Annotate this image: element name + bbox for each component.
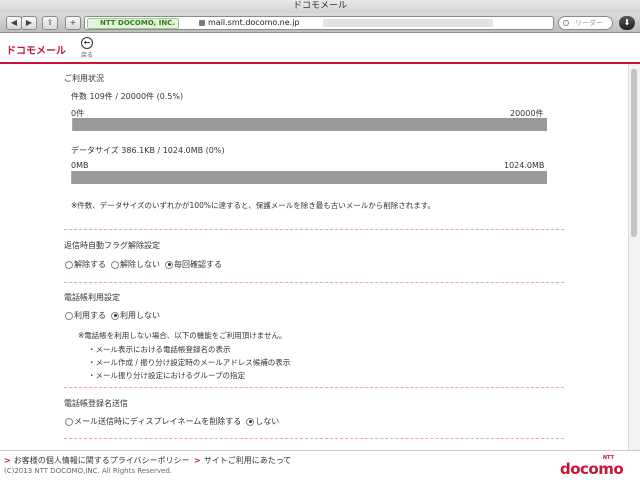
download-button[interactable]: ⬇ (619, 16, 635, 30)
docomo-logo[interactable]: NTT docomo (560, 455, 626, 478)
phonebook-send-label-0[interactable]: メール送信時にディスプレイネームを削除する (74, 416, 241, 427)
phonebook-send-label-1[interactable]: しない (255, 416, 279, 427)
phonebook-radio-1[interactable] (111, 311, 119, 320)
search-icon (563, 20, 569, 26)
site-footer: > お客様の個人情報に関するプライバシーポリシー > サイトご利用にあたって (C)… (0, 450, 640, 480)
address-bar[interactable]: NTT DOCOMO, INC. mail.smt.docomo.ne.jp (84, 16, 554, 30)
ev-certificate-label: NTT DOCOMO, INC. (87, 18, 179, 29)
url-text: mail.smt.docomo.ne.jp (208, 18, 300, 27)
site-terms-label: サイトご利用にあたって (203, 456, 292, 465)
phonebook-send-options: メール送信時にディスプレイネームを削除する しない (65, 416, 279, 427)
reply-flag-label-1[interactable]: 解除しない (120, 259, 160, 270)
page-back-button[interactable]: ← 戻る (78, 37, 96, 59)
settings-content[interactable]: ご利用状況 件数 109件 / 20000件 (0.5%) 0件 20000件 … (0, 64, 628, 450)
size-max-label: 1024.0MB (504, 161, 545, 170)
plus-icon: + (69, 18, 77, 27)
reply-flag-radio-0[interactable] (65, 260, 73, 269)
reply-flag-label-2[interactable]: 毎回確認する (174, 259, 222, 270)
privacy-policy-label: お客様の個人情報に関するプライバシーポリシー (13, 456, 190, 465)
back-label: 戻る (80, 52, 93, 59)
window-title: ドコモメール (0, 0, 640, 13)
docomo-wordmark: docomo (560, 460, 624, 478)
share-icon: ⇪ (46, 18, 54, 27)
reply-flag-radio-1[interactable] (111, 260, 119, 269)
phonebook-label-1[interactable]: 利用しない (120, 310, 160, 321)
site-header: ドコモメール ← 戻る (0, 34, 640, 64)
phonebook-send-radio-0[interactable] (65, 417, 73, 426)
reply-flag-title: 返信時自動フラグ解除設定 (64, 241, 160, 250)
reply-flag-radio-2[interactable] (165, 260, 173, 269)
share-button[interactable]: ⇪ (42, 16, 58, 30)
browser-window: ドコモメール ◀ ▶ ⇪ + NTT DOCOMO, INC. mail.smt… (0, 0, 640, 480)
usage-title: ご利用状況 (64, 74, 104, 83)
divider (64, 438, 564, 439)
size-progress-fill (71, 171, 73, 184)
copyright: (C)2013 NTT DOCOMO,INC. All Rights Reser… (4, 467, 173, 475)
phonebook-title: 電話帳利用設定 (64, 293, 120, 302)
usage-note: ※件数、データサイズのいずれかが100%に達すると、保護メールを除き最も古いメー… (71, 201, 435, 210)
reply-flag-options: 解除する 解除しない 毎回確認する (65, 259, 222, 270)
phonebook-send-radio-1[interactable] (246, 417, 255, 426)
usage-count-line: 件数 109件 / 20000件 (0.5%) (71, 92, 184, 101)
phonebook-bullet-3: ・メール振り分け設定におけるグループの指定 (88, 371, 246, 380)
privacy-policy-link[interactable]: > お客様の個人情報に関するプライバシーポリシー (4, 455, 190, 466)
usage-size-line: データサイズ 386.1KB / 1024.0MB (0%) (71, 146, 225, 155)
scrollbar-thumb[interactable] (631, 69, 637, 237)
url-redacted (323, 19, 493, 27)
reader-label: リーダー (575, 19, 603, 27)
phonebook-bullet-1: ・メール表示における電話帳登録名の表示 (88, 345, 231, 354)
forward-button[interactable]: ▶ (21, 16, 37, 30)
browser-toolbar: ◀ ▶ ⇪ + NTT DOCOMO, INC. mail.smt.docomo… (0, 13, 640, 33)
count-progress-bar (71, 118, 547, 131)
phonebook-radio-0[interactable] (65, 311, 73, 320)
add-bookmark-button[interactable]: + (65, 16, 81, 30)
back-button[interactable]: ◀ (6, 16, 22, 30)
lock-icon (199, 20, 205, 26)
docomo-mail-logo[interactable]: ドコモメール (6, 42, 66, 57)
back-arrow-icon: ◀ (10, 18, 18, 27)
reply-flag-label-0[interactable]: 解除する (74, 259, 106, 270)
divider (64, 229, 564, 230)
chevron-right-icon: > (194, 456, 201, 465)
phonebook-send-title: 電話帳登録名送信 (64, 399, 128, 408)
phonebook-note: ※電話帳を利用しない場合、以下の機能をご利用頂けません。 (78, 331, 287, 340)
divider (64, 387, 564, 388)
site-terms-link[interactable]: > サイトご利用にあたって (194, 455, 291, 466)
chevron-right-icon: > (4, 456, 11, 465)
back-circle-icon: ← (81, 37, 93, 49)
forward-arrow-icon: ▶ (25, 18, 33, 27)
size-min-label: 0MB (71, 161, 89, 170)
size-progress-bar (71, 171, 547, 184)
divider (64, 282, 564, 283)
count-progress-fill (71, 118, 74, 131)
phonebook-options: 利用する 利用しない (65, 310, 160, 321)
download-icon: ⬇ (623, 18, 631, 27)
phonebook-label-0[interactable]: 利用する (74, 310, 106, 321)
search-field[interactable]: リーダー (558, 16, 613, 30)
phonebook-bullet-2: ・メール作成 / 振り分け設定時のメールアドレス候補の表示 (88, 358, 291, 367)
